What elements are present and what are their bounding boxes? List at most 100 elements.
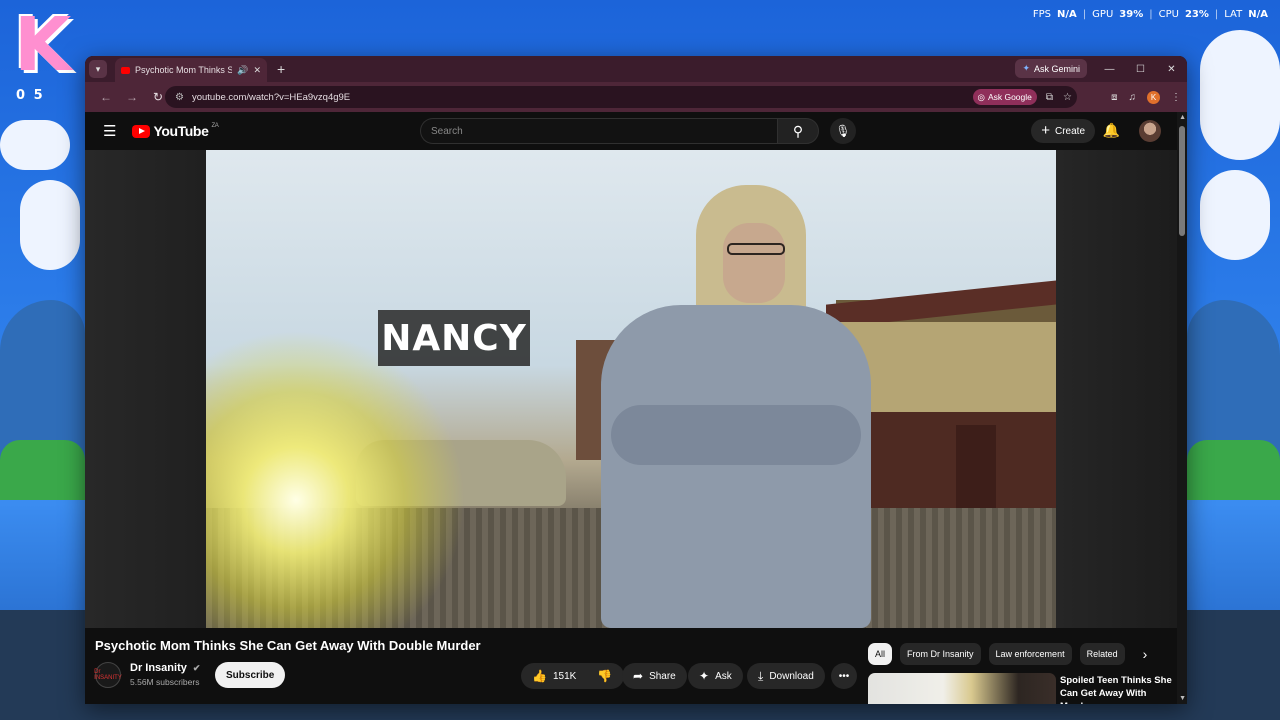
chip-all[interactable]: All [868, 643, 893, 665]
url-text[interactable]: youtube.com/watch?v=HEa9vzq4g9E [192, 92, 973, 103]
hamburger-menu-icon[interactable]: ☰ [103, 122, 116, 140]
scrollbar-thumb[interactable] [1179, 126, 1185, 236]
create-button[interactable]: + Create [1031, 119, 1095, 143]
share-button[interactable]: ➦ Share [622, 663, 687, 689]
browser-toolbar: ← → ↻ ⚙ youtube.com/watch?v=HEa9vzq4g9E … [85, 82, 1187, 112]
youtube-play-icon [132, 124, 151, 138]
media-controls-icon[interactable]: ♫ [1129, 92, 1137, 103]
tab-search-button[interactable]: ▾ [89, 60, 107, 78]
ask-button[interactable]: ✦ Ask [688, 663, 743, 689]
like-count: 151K [552, 670, 577, 682]
gpu-label: GPU [1092, 9, 1114, 20]
download-button[interactable]: ⤓ Download [747, 663, 825, 689]
share-arrow-icon: ➦ [633, 669, 644, 683]
cpu-label: CPU [1158, 9, 1179, 20]
ask-google-label: Ask Google [987, 92, 1032, 102]
perf-separator: | [1149, 9, 1153, 20]
voice-search-button[interactable]: 🎙 [830, 118, 856, 144]
back-button[interactable]: ← [93, 90, 119, 104]
scroll-up-icon[interactable]: ▲ [1179, 114, 1186, 121]
chip-law-enforcement[interactable]: Law enforcement [988, 643, 1072, 665]
subscriber-count: 5.56M subscribers [130, 677, 200, 687]
browser-window: ▾ Psychotic Mom Thinks She 🔊 ✕ + ✦ Ask G… [85, 56, 1187, 704]
video-name-caption: NANCY [378, 310, 530, 366]
create-label: Create [1054, 125, 1085, 137]
download-label: Download [769, 670, 814, 682]
channel-name[interactable]: Dr Insanity [130, 662, 187, 674]
profile-avatar[interactable]: K [1147, 90, 1160, 104]
search-icon: ⚲ [792, 122, 804, 139]
gpu-value: 39% [1119, 9, 1144, 20]
window-controls: — ☐ ✕ [1094, 56, 1187, 82]
site-info-icon[interactable]: ⚙ [175, 92, 184, 103]
maximize-button[interactable]: ☐ [1125, 56, 1156, 82]
ask-google-button[interactable]: ◎ Ask Google [972, 89, 1037, 105]
tab-title: Psychotic Mom Thinks She [135, 65, 233, 75]
video-player[interactable]: NANCY [85, 150, 1177, 628]
download-icon: ⤓ [758, 668, 764, 683]
desktop-logo[interactable]: K [14, 6, 86, 84]
youtube-page: ☰ YouTube ZA Search ⚲ 🎙 + Create 🔔 NANCY… [85, 112, 1187, 704]
fps-value: N/A [1057, 9, 1077, 20]
chevron-down-icon: ▾ [95, 63, 101, 74]
chip-from-channel[interactable]: From Dr Insanity [900, 643, 981, 665]
channel-name-row[interactable]: Dr Insanity ✔ [130, 662, 200, 674]
search-input[interactable]: Search [420, 118, 778, 144]
recommended-video-thumbnail[interactable] [868, 673, 1056, 704]
speaker-icon[interactable]: 🔊 [237, 65, 248, 76]
plus-icon: + [1041, 122, 1050, 139]
lens-icon: ◎ [977, 91, 985, 102]
recommended-video-title[interactable]: Spoiled Teen Thinks She Can Get Away Wit… [1060, 674, 1172, 704]
browser-tab[interactable]: Psychotic Mom Thinks She 🔊 ✕ [115, 58, 267, 82]
page-scrollbar[interactable]: ▲ ▼ [1177, 112, 1187, 704]
gemini-sparkle-icon: ✦ [1022, 63, 1030, 73]
chevron-right-icon[interactable]: › [1143, 646, 1148, 662]
perf-separator: | [1082, 9, 1087, 20]
cpu-value: 23% [1184, 9, 1209, 20]
thumbs-up-icon: 👍 [532, 669, 547, 683]
sparkle-icon: ✦ [699, 669, 710, 683]
dislike-button[interactable]: 👎 [585, 663, 624, 689]
bookmark-star-icon[interactable]: ☆ [1063, 92, 1072, 103]
tab-close-button[interactable]: ✕ [253, 65, 261, 76]
chip-related[interactable]: Related [1079, 643, 1125, 665]
more-actions-button[interactable]: ••• [831, 663, 857, 689]
perf-separator: | [1214, 9, 1219, 20]
youtube-header: ☰ YouTube ZA Search ⚲ 🎙 + Create 🔔 [85, 112, 1187, 150]
install-app-icon[interactable]: ⧉ [1046, 92, 1053, 103]
minimize-button[interactable]: — [1094, 56, 1125, 82]
ask-gemini-label: Ask Gemini [1033, 63, 1080, 74]
forward-button[interactable]: → [119, 90, 145, 104]
ask-label: Ask [715, 670, 732, 682]
fps-label: FPS [1032, 9, 1052, 20]
microphone-icon: 🎙 [835, 124, 851, 138]
subscribe-button[interactable]: Subscribe [215, 662, 286, 688]
extensions-icon[interactable]: ⧈ [1111, 92, 1117, 103]
scroll-down-icon[interactable]: ▼ [1179, 695, 1186, 702]
notifications-bell-icon[interactable]: 🔔 [1103, 122, 1120, 139]
performance-overlay: FPS N/A | GPU 39% | CPU 23% | LAT N/A [1033, 9, 1268, 20]
channel-avatar[interactable]: Dr INSANITY [94, 662, 122, 688]
recommendation-chips: All From Dr Insanity Law enforcement Rel… [868, 643, 1147, 665]
new-tab-button[interactable]: + [277, 61, 285, 77]
video-frame[interactable]: NANCY [206, 150, 1056, 628]
video-subject [601, 185, 871, 628]
user-avatar[interactable] [1139, 120, 1161, 142]
share-label: Share [649, 670, 676, 682]
desktop-counter: 0 5 [16, 88, 45, 103]
lat-label: LAT [1224, 9, 1243, 20]
verified-check-icon: ✔ [192, 663, 201, 673]
close-window-button[interactable]: ✕ [1156, 56, 1187, 82]
address-bar[interactable]: ⚙ youtube.com/watch?v=HEa9vzq4g9E ◎ Ask … [165, 86, 1077, 108]
youtube-logo[interactable]: YouTube ZA [132, 123, 219, 139]
youtube-logo-text: YouTube [153, 123, 209, 139]
like-button[interactable]: 👍 151K [521, 663, 587, 689]
youtube-favicon-icon [121, 66, 130, 74]
lat-value: N/A [1248, 9, 1268, 20]
region-code: ZA [211, 123, 219, 129]
search-button[interactable]: ⚲ [777, 118, 819, 144]
toolbar-actions: ⧈ ♫ K ⋮ [1111, 82, 1181, 112]
ask-gemini-button[interactable]: ✦ Ask Gemini [1015, 59, 1087, 78]
browser-menu-icon[interactable]: ⋮ [1171, 92, 1181, 103]
tab-strip: ▾ Psychotic Mom Thinks She 🔊 ✕ + ✦ Ask G… [85, 56, 1187, 82]
